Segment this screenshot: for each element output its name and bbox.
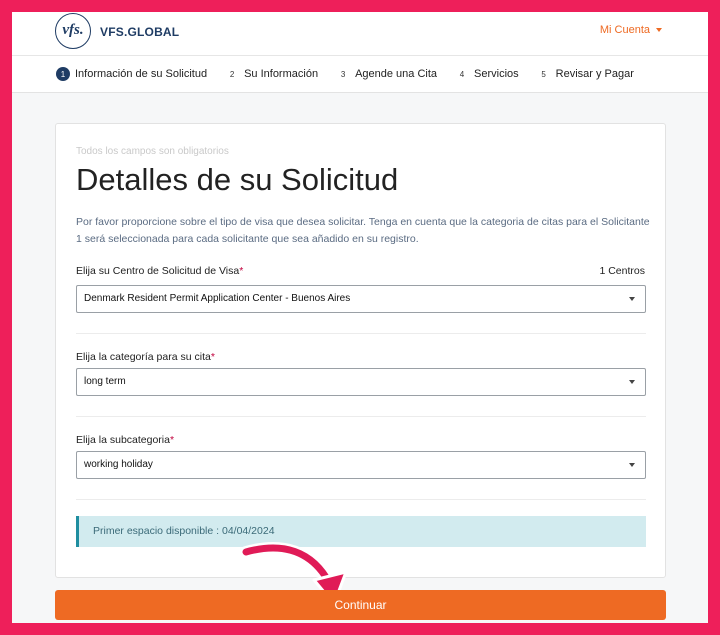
dropdown-arrow-icon [629, 297, 635, 301]
chevron-down-icon [656, 28, 662, 32]
step-label: Su Información [244, 68, 319, 80]
step-5: 5 Revisar y Pagar [537, 67, 634, 81]
required-asterisk: * [210, 351, 215, 363]
dropdown-arrow-icon [629, 463, 635, 467]
visa-center-value: Denmark Resident Permit Application Cent… [84, 293, 351, 304]
step-number: 3 [340, 69, 346, 79]
step-number: 4 [459, 69, 465, 79]
center-label-text: Elija su Centro de Solicitud de Visa [76, 265, 240, 277]
subcategory-select[interactable]: working holiday [76, 451, 646, 479]
account-menu[interactable]: Mi Cuenta [600, 24, 662, 36]
category-field-label: Elija la categoría para su cita* [76, 351, 215, 363]
continue-button[interactable]: Continuar [55, 590, 666, 620]
subcategory-field-label: Elija la subcategoria* [76, 434, 174, 446]
visa-center-select[interactable]: Denmark Resident Permit Application Cent… [76, 285, 646, 313]
divider [76, 416, 646, 417]
required-asterisk: * [169, 434, 175, 446]
category-label-text: Elija la categoría para su cita [76, 351, 211, 363]
step-2: 2 Su Información [225, 67, 318, 81]
form-description: Por favor proporcione sobre el tipo de v… [76, 216, 650, 245]
dropdown-arrow-icon [629, 380, 635, 384]
divider [76, 333, 646, 334]
step-number: 2 [229, 69, 235, 79]
step-label: Revisar y Pagar [555, 68, 634, 80]
step-label: Servicios [474, 68, 519, 80]
subcategory-value: working holiday [84, 459, 153, 470]
account-label: Mi Cuenta [599, 24, 650, 36]
divider [76, 499, 646, 500]
appointment-category-value: long term [84, 376, 126, 387]
step-1: 1 Información de su Solicitud [56, 67, 207, 81]
stepper: 1 Información de su Solicitud 2 Su Infor… [12, 56, 708, 93]
centers-count: 1 Centros [599, 265, 645, 277]
step-label: Agende una Cita [355, 68, 438, 80]
subcategory-label-text: Elija la subcategoria [76, 434, 170, 446]
page-title: Detalles de su Solicitud [76, 162, 399, 197]
step-number: 1 [56, 67, 70, 81]
step-4: 4 Servicios [455, 67, 519, 81]
step-label: Información de su Solicitud [75, 68, 208, 80]
top-header: vfs. VFS.GLOBAL Mi Cuenta [12, 12, 708, 56]
application-details-card: Todos los campos son obligatorios Detall… [55, 123, 666, 578]
vfs-logo-icon[interactable]: vfs. [55, 13, 91, 49]
step-3: 3 Agende una Cita [336, 67, 437, 81]
center-field-label: Elija su Centro de Solicitud de Visa* [76, 265, 243, 277]
required-asterisk: * [239, 265, 244, 277]
required-fields-note: Todos los campos son obligatorios [76, 146, 229, 157]
appointment-category-select[interactable]: long term [76, 368, 646, 396]
app-window: vfs. VFS.GLOBAL Mi Cuenta 1 Información … [12, 12, 708, 623]
step-number: 5 [541, 69, 546, 79]
vfs-logo-text[interactable]: VFS.GLOBAL [100, 25, 179, 39]
